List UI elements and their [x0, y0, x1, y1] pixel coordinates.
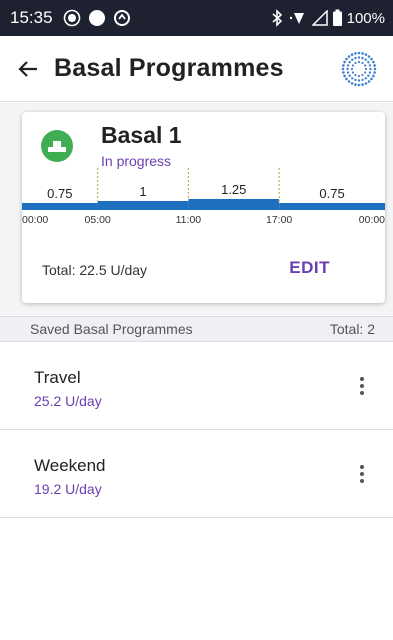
saved-programs-title: Saved Basal Programmes [30, 321, 193, 337]
saved-programs-count: Total: 2 [329, 321, 375, 337]
program-name: Basal 1 [101, 122, 182, 148]
pod-status-icon [341, 51, 377, 86]
basal-segment-bar [22, 203, 98, 210]
basal-program-icon [41, 130, 73, 162]
basal-segment-bar [188, 199, 280, 210]
page-title: Basal Programmes [54, 54, 284, 82]
pod-status-button[interactable] [339, 49, 379, 89]
edit-button[interactable]: EDIT [289, 258, 330, 278]
battery-percent: 100% [346, 9, 385, 27]
x-tick-label: 05:00 [84, 214, 110, 226]
list-item-travel[interactable]: Travel 25.2 U/day [0, 343, 393, 430]
wifi-icon [288, 9, 308, 27]
x-tick-label: 11:00 [176, 214, 202, 226]
saved-programs-header: Saved Basal Programmes Total: 2 [0, 316, 393, 342]
basal-rate-chart-svg: 0.75 1 1.25 0.75 00:00 05:00 11:00 17:00 00:00 [22, 168, 385, 226]
circle-icon [88, 9, 106, 27]
more-options-icon[interactable] [351, 459, 373, 489]
status-bar: 15:35 100% [0, 0, 393, 36]
basal-segment-bar [97, 201, 189, 210]
back-button[interactable] [6, 47, 50, 91]
arrow-left-icon [18, 60, 37, 77]
x-tick-label: 00:00 [359, 214, 385, 226]
program-total: Total: 22.5 U/day [42, 262, 148, 278]
data-saver-icon [113, 9, 131, 27]
active-program-card: Basal 1 In progress 0.75 1 1.25 0.75 00:00 05… [22, 112, 385, 303]
app-bar: Basal Programmes [0, 36, 393, 102]
basal-rate-chart: 0.75 1 1.25 0.75 00:00 05:00 11:00 17:00 00:00 [22, 168, 385, 238]
saved-program-rate: 25.2 U/day [34, 393, 102, 409]
status-right-icons: 100% [270, 9, 385, 27]
program-status: In progress [101, 153, 172, 169]
list-item-weekend[interactable]: Weekend 19.2 U/day [0, 431, 393, 518]
saved-program-rate: 19.2 U/day [34, 481, 102, 497]
signal-icon [311, 10, 328, 26]
basal-segment-label: 1.25 [221, 182, 246, 197]
saved-program-name: Weekend [34, 456, 106, 475]
battery-icon [332, 9, 343, 27]
basal-segment-bar [279, 203, 385, 210]
status-time: 15:35 [10, 8, 53, 27]
basal-segment-label: 0.75 [47, 186, 72, 201]
x-tick-label: 00:00 [22, 214, 48, 226]
x-tick-label: 17:00 [266, 214, 292, 226]
more-options-icon[interactable] [351, 371, 373, 401]
status-left-icons [63, 9, 131, 27]
bluetooth-icon [270, 9, 284, 27]
record-icon [63, 9, 81, 27]
saved-program-name: Travel [34, 368, 81, 387]
basal-segment-label: 1 [139, 184, 146, 199]
basal-segment-label: 0.75 [319, 186, 344, 201]
